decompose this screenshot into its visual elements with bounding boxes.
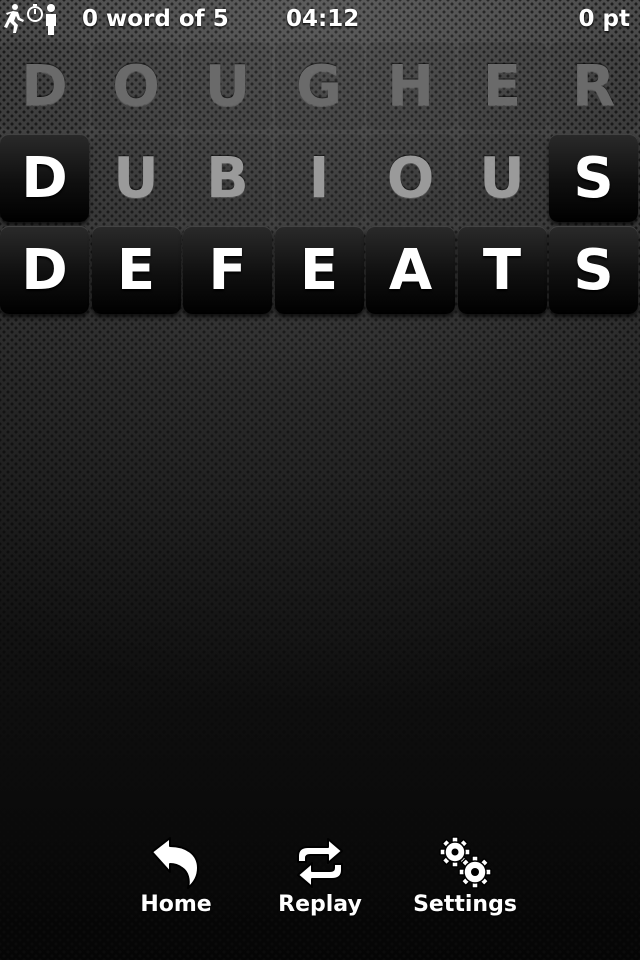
letter-tile[interactable]: H: [366, 42, 455, 130]
gears-icon: [439, 836, 492, 889]
letter-tile[interactable]: D: [0, 226, 89, 314]
letter-tile[interactable]: S: [549, 134, 638, 222]
letter-tile[interactable]: D: [0, 134, 89, 222]
undo-arrow-icon: [151, 837, 199, 889]
replay-button[interactable]: Replay: [265, 830, 375, 920]
timer: 04:12: [286, 6, 360, 32]
letter-tile[interactable]: E: [457, 42, 547, 130]
word-row-dubious: D U B I O U S: [0, 134, 640, 224]
letter-tile[interactable]: U: [183, 42, 272, 130]
letter-tile[interactable]: U: [91, 134, 181, 222]
home-label: Home: [140, 892, 212, 917]
settings-label: Settings: [413, 892, 517, 917]
letter-tile[interactable]: S: [549, 226, 638, 314]
letter-tile[interactable]: T: [457, 226, 547, 314]
home-button[interactable]: Home: [121, 830, 231, 920]
person-icon: [46, 4, 56, 35]
words-progress: 0 word of 5: [82, 6, 229, 32]
repeat-icon: [297, 838, 343, 888]
word-row-dougher: D O U G H E R: [0, 42, 640, 132]
runner-icon: [4, 4, 24, 33]
letter-tile[interactable]: F: [183, 226, 272, 314]
letter-tile[interactable]: O: [91, 42, 181, 130]
letter-tile[interactable]: U: [457, 134, 547, 222]
letter-tile[interactable]: O: [366, 134, 455, 222]
letter-tile[interactable]: I: [274, 134, 364, 222]
settings-button[interactable]: Settings: [410, 830, 520, 920]
letter-tile[interactable]: D: [0, 42, 89, 130]
letter-tile[interactable]: G: [274, 42, 364, 130]
word-board: D O U G H E R D U B I O U S D E F E A T …: [0, 42, 640, 318]
letter-tile[interactable]: R: [549, 42, 638, 130]
word-row-defeats: D E F E A T S: [0, 226, 640, 316]
score: 0 pt: [578, 6, 630, 32]
game-mode-icons: [4, 4, 56, 35]
bottom-toolbar: Home Replay Settings: [0, 830, 640, 930]
status-bar: 0 word of 5 04:12 0 pt: [0, 0, 640, 40]
letter-tile[interactable]: A: [366, 226, 455, 314]
letter-tile[interactable]: E: [91, 226, 181, 314]
letter-tile[interactable]: B: [183, 134, 272, 222]
replay-label: Replay: [278, 892, 362, 917]
letter-tile[interactable]: E: [274, 226, 364, 314]
stopwatch-icon: [27, 4, 43, 22]
